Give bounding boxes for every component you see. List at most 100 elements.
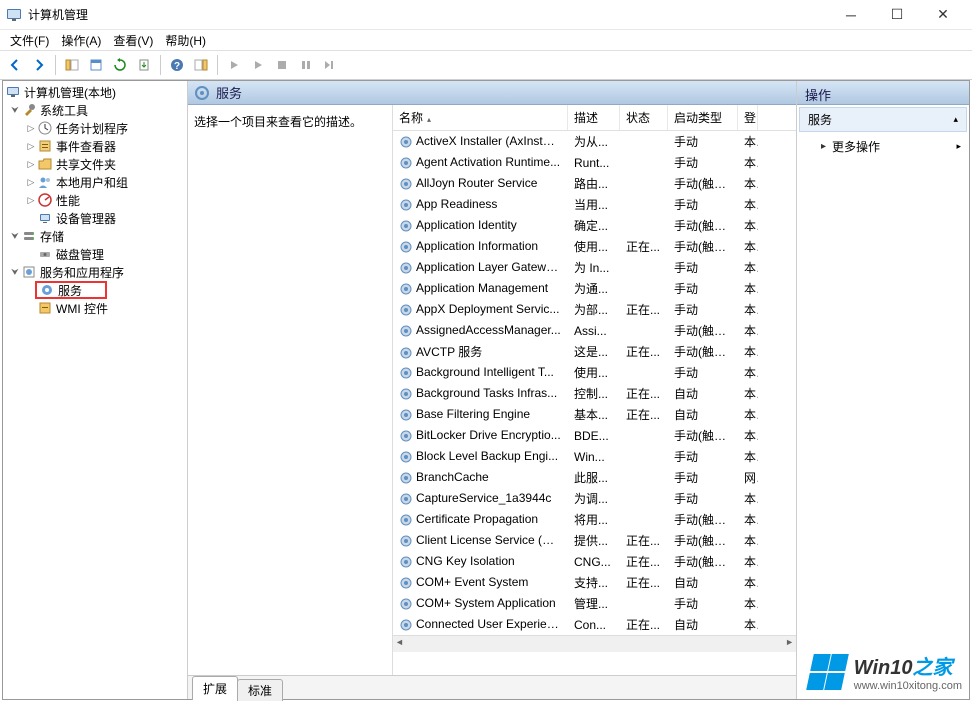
tab-extended[interactable]: 扩展: [192, 676, 238, 700]
service-row[interactable]: App Readiness当用...手动本: [393, 194, 796, 215]
properties-button[interactable]: [85, 54, 107, 76]
service-desc: 使用...: [568, 238, 620, 255]
gear-icon: [399, 219, 413, 233]
help-button[interactable]: ?: [166, 54, 188, 76]
tree-systools[interactable]: ⮟ 系统工具: [5, 101, 185, 119]
col-startup[interactable]: 启动类型: [668, 105, 738, 130]
gear-icon: [399, 597, 413, 611]
service-row[interactable]: Client License Service (Cli...提供...正在...…: [393, 530, 796, 551]
service-row[interactable]: Application Information使用...正在...手动(触发..…: [393, 236, 796, 257]
computer-icon: [5, 84, 21, 100]
service-name: Application Information: [416, 239, 538, 253]
watermark: Win10之家 www.win10xitong.com: [810, 651, 962, 692]
menu-view[interactable]: 查看(V): [107, 30, 159, 51]
tree-performance[interactable]: ▷ 性能: [5, 191, 185, 209]
forward-button[interactable]: [28, 54, 50, 76]
service-row[interactable]: ActiveX Installer (AxInstSV)为从...手动本: [393, 131, 796, 152]
service-row[interactable]: Block Level Backup Engi...Win...手动本: [393, 446, 796, 467]
tree-servicesapps[interactable]: ⮟ 服务和应用程序: [5, 263, 185, 281]
expand-icon[interactable]: ▷: [25, 123, 37, 134]
service-desc: Assi...: [568, 324, 620, 338]
menu-file[interactable]: 文件(F): [4, 30, 55, 51]
collapse-icon[interactable]: ⮟: [9, 105, 21, 116]
tree-wmi[interactable]: WMI 控件: [5, 299, 185, 317]
service-row[interactable]: BranchCache此服...手动网: [393, 467, 796, 488]
service-row[interactable]: AVCTP 服务这是...正在...手动(触发...本: [393, 341, 796, 362]
export-button[interactable]: [133, 54, 155, 76]
service-startup: 手动: [668, 154, 738, 171]
service-desc: 这是...: [568, 343, 620, 360]
close-button[interactable]: ✕: [920, 0, 966, 30]
tree-devicemanager[interactable]: 设备管理器: [5, 209, 185, 227]
service-status: 正在...: [620, 532, 668, 549]
show-hide-tree-button[interactable]: [61, 54, 83, 76]
service-row[interactable]: CNG Key IsolationCNG...正在...手动(触发...本: [393, 551, 796, 572]
refresh-button[interactable]: [109, 54, 131, 76]
expand-icon[interactable]: ▷: [25, 195, 37, 206]
service-row[interactable]: Base Filtering Engine基本...正在...自动本: [393, 404, 796, 425]
menu-help[interactable]: 帮助(H): [159, 30, 212, 51]
service-name: AppX Deployment Servic...: [416, 302, 559, 316]
col-logon[interactable]: 登: [738, 105, 758, 130]
tree-eventviewer[interactable]: ▷ 事件查看器: [5, 137, 185, 155]
col-desc[interactable]: 描述: [568, 105, 620, 130]
action-more[interactable]: 更多操作 ▸: [797, 134, 969, 159]
service-row[interactable]: Agent Activation Runtime...Runt...手动本: [393, 152, 796, 173]
tree-diskmgmt[interactable]: 磁盘管理: [5, 245, 185, 263]
action-section[interactable]: 服务 ▴: [799, 107, 967, 132]
expand-icon[interactable]: ▷: [25, 141, 37, 152]
service-logon: 本: [738, 259, 758, 276]
show-hide-action-button[interactable]: [190, 54, 212, 76]
back-button[interactable]: [4, 54, 26, 76]
service-row[interactable]: CaptureService_1a3944c为调...手动本: [393, 488, 796, 509]
play-button[interactable]: [247, 54, 269, 76]
service-logon: 本: [738, 343, 758, 360]
service-row[interactable]: AssignedAccessManager...Assi...手动(触发...本: [393, 320, 796, 341]
sort-asc-icon: ▴: [427, 115, 431, 124]
minimize-button[interactable]: ─: [828, 0, 874, 30]
service-row[interactable]: Background Intelligent T...使用...手动本: [393, 362, 796, 383]
tree-sharedfolders[interactable]: ▷ 共享文件夹: [5, 155, 185, 173]
tree-services[interactable]: 服务: [35, 281, 107, 299]
horizontal-scrollbar[interactable]: [393, 635, 796, 652]
tree-taskscheduler[interactable]: ▷ 任务计划程序: [5, 119, 185, 137]
collapse-icon[interactable]: ⮟: [9, 231, 21, 242]
restart-button[interactable]: [319, 54, 341, 76]
start-service-button[interactable]: [223, 54, 245, 76]
service-row[interactable]: Connected User Experien...Con...正在...自动本: [393, 614, 796, 635]
service-row[interactable]: Certificate Propagation将用...手动(触发...本: [393, 509, 796, 530]
stop-button[interactable]: [271, 54, 293, 76]
service-desc: 基本...: [568, 406, 620, 423]
service-row[interactable]: COM+ System Application管理...手动本: [393, 593, 796, 614]
service-startup: 自动: [668, 574, 738, 591]
service-row[interactable]: Background Tasks Infras...控制...正在...自动本: [393, 383, 796, 404]
expand-icon[interactable]: ▷: [25, 177, 37, 188]
tree-label: 性能: [56, 192, 80, 209]
menu-action[interactable]: 操作(A): [55, 30, 107, 51]
tree-localusers[interactable]: ▷ 本地用户和组: [5, 173, 185, 191]
maximize-button[interactable]: ☐: [874, 0, 920, 30]
col-name[interactable]: 名称▴: [393, 105, 568, 130]
service-row[interactable]: Application Layer Gatewa...为 In...手动本: [393, 257, 796, 278]
service-row[interactable]: Application Identity确定...手动(触发...本: [393, 215, 796, 236]
service-startup: 手动(触发...: [668, 553, 738, 570]
collapse-icon[interactable]: ⮟: [9, 267, 21, 278]
service-row[interactable]: Application Management为通...手动本: [393, 278, 796, 299]
service-row[interactable]: COM+ Event System支持...正在...自动本: [393, 572, 796, 593]
tree-storage[interactable]: ⮟ 存储: [5, 227, 185, 245]
pause-button[interactable]: [295, 54, 317, 76]
tab-standard[interactable]: 标准: [237, 679, 283, 701]
tree-root[interactable]: 计算机管理(本地): [5, 83, 185, 101]
content-area: 计算机管理(本地) ⮟ 系统工具 ▷ 任务计划程序 ▷ 事件查看器 ▷ 共享文件…: [2, 80, 970, 700]
description-column: 选择一个项目来查看它的描述。: [188, 105, 393, 675]
service-row[interactable]: AppX Deployment Servic...为部...正在...手动本: [393, 299, 796, 320]
clock-icon: [37, 120, 53, 136]
service-row[interactable]: AllJoyn Router Service路由...手动(触发...本: [393, 173, 796, 194]
service-status: 正在...: [620, 553, 668, 570]
col-status[interactable]: 状态: [620, 105, 668, 130]
service-status: 正在...: [620, 574, 668, 591]
expand-icon[interactable]: ▷: [25, 159, 37, 170]
service-row[interactable]: BitLocker Drive Encryptio...BDE...手动(触发.…: [393, 425, 796, 446]
gear-icon: [399, 282, 413, 296]
service-desc: 为 In...: [568, 259, 620, 276]
